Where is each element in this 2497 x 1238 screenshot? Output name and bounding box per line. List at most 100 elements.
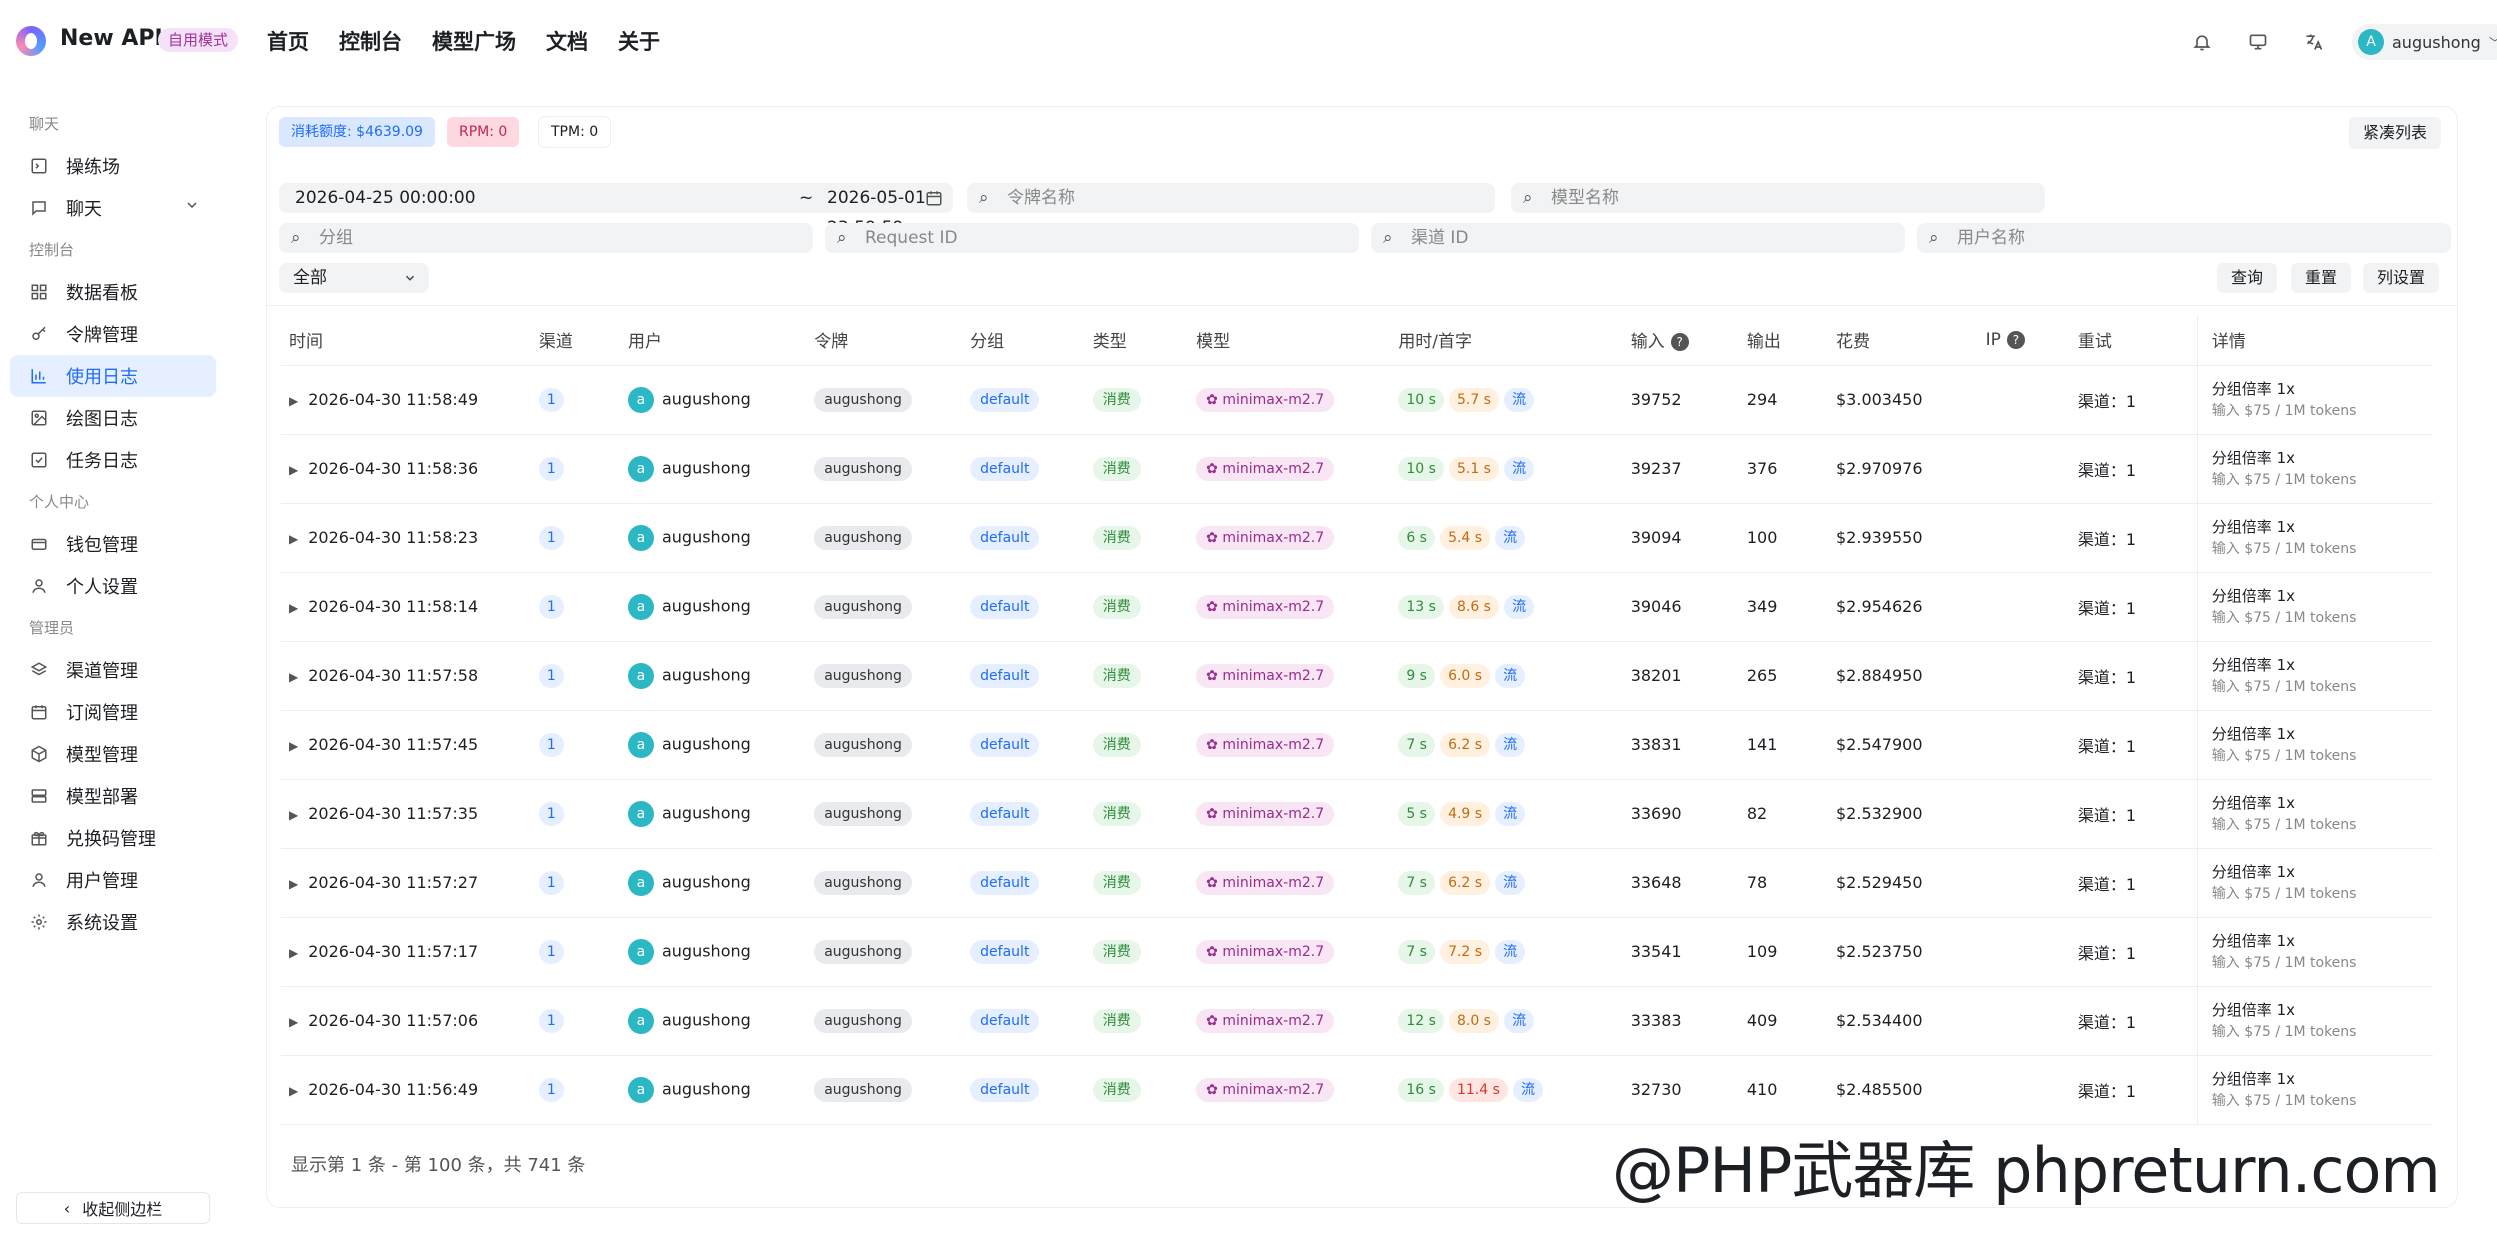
sidebar-item-subscriptions[interactable]: 订阅管理 [10,691,216,733]
table-row[interactable]: ▶ 2026-04-30 11:58:14 1 a augushong augush… [281,572,2433,642]
model-tag[interactable]: ✿ minimax-m2.7 [1196,732,1335,757]
user-text[interactable]: augushong [662,665,751,684]
user-text[interactable]: augushong [662,941,751,960]
token-tag[interactable]: augushong [814,663,912,688]
model-tag[interactable]: ✿ minimax-m2.7 [1196,1008,1335,1033]
model-tag[interactable]: ✿ minimax-m2.7 [1196,870,1335,895]
table-row[interactable]: ▶ 2026-04-30 11:58:36 1 a augushong augush… [281,434,2433,504]
user-text[interactable]: augushong [662,527,751,546]
bell-icon[interactable] [2184,24,2220,60]
chevron-down-icon[interactable] [184,197,200,218]
user-text[interactable]: augushong [662,389,751,408]
token-tag[interactable]: augushong [814,387,912,412]
col-channel[interactable]: 渠道 [538,315,628,366]
nav-home[interactable]: 首页 [267,26,309,56]
model-tag[interactable]: ✿ minimax-m2.7 [1196,1077,1335,1102]
translate-icon[interactable] [2296,24,2332,60]
channel-tag[interactable]: 1 [538,939,564,964]
col-details[interactable]: 详情 [2196,315,2433,366]
nav-docs[interactable]: 文档 [546,26,588,56]
channel-tag[interactable]: 1 [538,456,564,481]
channel-tag[interactable]: 1 [538,594,564,619]
channel-tag[interactable]: 1 [538,1008,564,1033]
channel-tag[interactable]: 1 [538,1077,564,1102]
log-type-select[interactable]: 全部 [279,263,429,293]
collapse-sidebar-button[interactable]: ‹ 收起侧边栏 [16,1192,210,1224]
channel-tag[interactable]: 1 [538,870,564,895]
sidebar-item-users[interactable]: 用户管理 [10,859,216,901]
token-tag[interactable]: augushong [814,1008,912,1033]
token-tag[interactable]: augushong [814,870,912,895]
col-token[interactable]: 令牌 [814,315,971,366]
expand-row-icon[interactable]: ▶ [289,1084,298,1098]
token-tag[interactable]: augushong [814,456,912,481]
col-ip[interactable]: IP? [1985,315,2078,366]
nav-model-market[interactable]: 模型广场 [432,26,516,56]
nav-about[interactable]: 关于 [618,26,660,56]
expand-row-icon[interactable]: ▶ [289,739,298,753]
expand-row-icon[interactable]: ▶ [289,877,298,891]
expand-row-icon[interactable]: ▶ [289,1015,298,1029]
expand-row-icon[interactable]: ▶ [289,670,298,684]
channel-tag[interactable]: 1 [538,387,564,412]
col-input[interactable]: 输入? [1630,315,1747,366]
sidebar-item-models[interactable]: 模型管理 [10,733,216,775]
reset-button[interactable]: 重置 [2291,263,2352,293]
sidebar-item-usage-logs[interactable]: 使用日志 [10,355,216,397]
model-tag[interactable]: ✿ minimax-m2.7 [1196,525,1335,550]
sidebar-item-system-settings[interactable]: 系统设置 [10,901,216,943]
col-cost[interactable]: 花费 [1836,315,1986,366]
table-row[interactable]: ▶ 2026-04-30 11:57:58 1 a augushong augush… [281,641,2433,711]
app-logo[interactable] [16,26,46,56]
sidebar-item-chat[interactable]: 聊天 [10,187,216,229]
token-tag[interactable]: augushong [814,1077,912,1102]
channel-tag[interactable]: 1 [538,525,564,550]
model-tag[interactable]: ✿ minimax-m2.7 [1196,939,1335,964]
request-id-input[interactable]: ⌕ Request ID [825,223,1359,253]
model-name-input[interactable]: ⌕ 模型名称 [1511,183,2045,213]
help-icon[interactable]: ? [1670,333,1689,352]
model-tag[interactable]: ✿ minimax-m2.7 [1196,801,1335,826]
column-settings-button[interactable]: 列设置 [2363,263,2440,293]
user-text[interactable]: augushong [662,458,751,477]
token-tag[interactable]: augushong [814,939,912,964]
table-row[interactable]: ▶ 2026-04-30 11:57:35 1 a augushong augush… [281,779,2433,849]
table-row[interactable]: ▶ 2026-04-30 11:58:49 1 a augushong augush… [281,365,2433,435]
sidebar-item-personal-settings[interactable]: 个人设置 [10,565,216,607]
col-group[interactable]: 分组 [970,315,1093,366]
sidebar-item-wallet[interactable]: 钱包管理 [10,523,216,565]
user-text[interactable]: augushong [662,596,751,615]
sidebar-item-task-logs[interactable]: 任务日志 [10,439,216,481]
token-tag[interactable]: augushong [814,594,912,619]
nav-console[interactable]: 控制台 [339,26,402,56]
table-row[interactable]: ▶ 2026-04-30 11:57:17 1 a augushong augush… [281,917,2433,987]
user-text[interactable]: augushong [662,872,751,891]
table-row[interactable]: ▶ 2026-04-30 11:57:06 1 a augushong augush… [281,986,2433,1056]
sidebar-item-playground[interactable]: 操练场 [10,145,216,187]
table-row[interactable]: ▶ 2026-04-30 11:58:23 1 a augushong augush… [281,503,2433,573]
model-tag[interactable]: ✿ minimax-m2.7 [1196,456,1335,481]
username-input[interactable]: ⌕ 用户名称 [1917,223,2451,253]
sidebar-item-tokens[interactable]: 令牌管理 [10,313,216,355]
query-button[interactable]: 查询 [2217,263,2278,293]
col-output[interactable]: 输出 [1746,315,1836,366]
col-type[interactable]: 类型 [1092,315,1197,366]
col-user[interactable]: 用户 [627,315,815,366]
user-text[interactable]: augushong [662,1079,751,1098]
token-tag[interactable]: augushong [814,801,912,826]
calendar-clear-icon[interactable] [925,183,943,213]
token-name-input[interactable]: ⌕ 令牌名称 [967,183,1495,213]
help-icon[interactable]: ? [2006,330,2025,349]
sidebar-item-redeem[interactable]: 兑换码管理 [10,817,216,859]
table-row[interactable]: ▶ 2026-04-30 11:57:27 1 a augushong augush… [281,848,2433,918]
compact-list-button[interactable]: 紧凑列表 [2348,117,2441,149]
col-model[interactable]: 模型 [1196,315,1399,366]
expand-row-icon[interactable]: ▶ [289,463,298,477]
model-tag[interactable]: ✿ minimax-m2.7 [1196,594,1335,619]
col-duration[interactable]: 用时/首字 [1398,315,1631,366]
col-time[interactable]: 时间 [281,315,539,366]
model-tag[interactable]: ✿ minimax-m2.7 [1196,663,1335,688]
sidebar-item-drawing-logs[interactable]: 绘图日志 [10,397,216,439]
channel-tag[interactable]: 1 [538,732,564,757]
channel-id-input[interactable]: ⌕ 渠道 ID [1371,223,1905,253]
